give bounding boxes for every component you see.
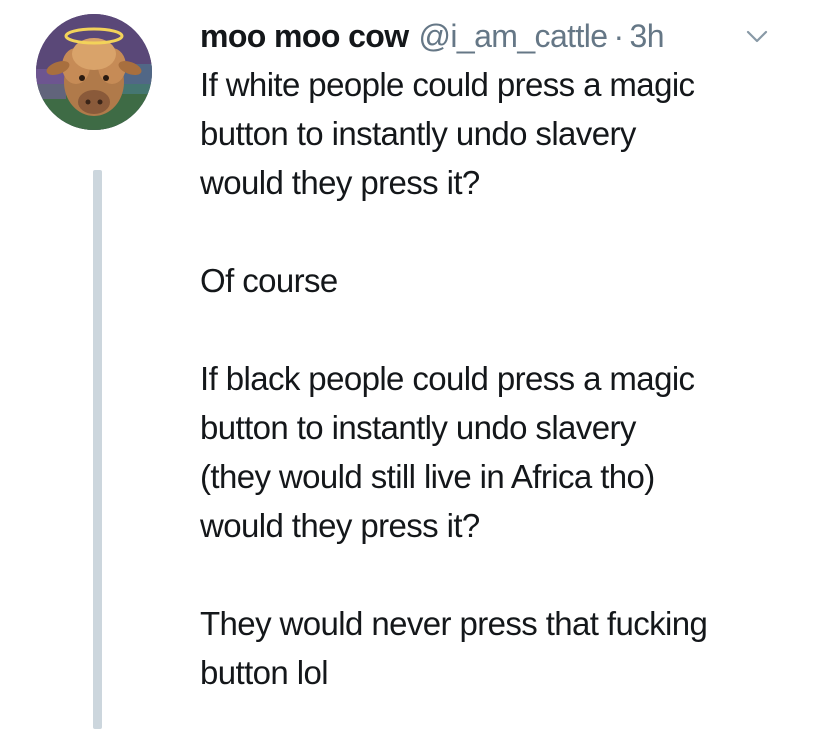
tweet-text-line: button lol [200, 654, 329, 691]
display-name[interactable]: moo moo cow [200, 14, 409, 58]
separator-dot: · [613, 18, 624, 54]
tweet-text-line: (they would still live in Africa tho) [200, 458, 655, 495]
user-handle[interactable]: @i_am_cattle [419, 14, 609, 58]
thread-line [93, 170, 102, 729]
tweet-text-line: Of course [200, 262, 338, 299]
tweet-text-line: would they press it? [200, 507, 480, 544]
tweet-text-line: If white people could press a magic [200, 66, 695, 103]
tweet-text-line: They would never press that fucking [200, 605, 708, 642]
chevron-down-icon[interactable] [743, 22, 771, 50]
tweet-text: If white people could press a magic butt… [200, 60, 810, 697]
tweet-header: moo moo cow @i_am_cattle · 3h [200, 14, 800, 58]
cow-with-halo-avatar-icon [36, 14, 152, 130]
timestamp[interactable]: 3h [630, 14, 665, 58]
tweet-text-line: If black people could press a magic [200, 360, 695, 397]
tweet[interactable]: moo moo cow @i_am_cattle · 3h If white p… [0, 0, 828, 729]
tweet-text-line: button to instantly undo slavery [200, 409, 636, 446]
tweet-text-line: button to instantly undo slavery [200, 115, 636, 152]
avatar[interactable] [36, 14, 152, 130]
tweet-text-line: would they press it? [200, 164, 480, 201]
